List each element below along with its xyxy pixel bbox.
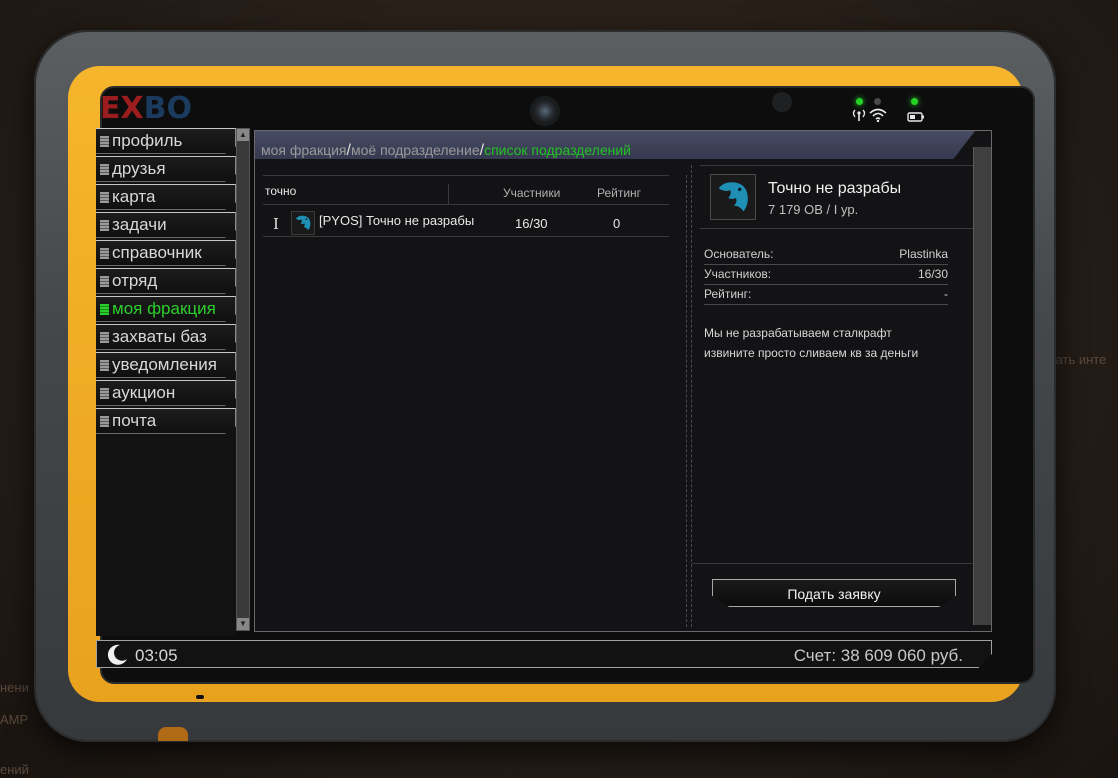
detail-subtitle: 7 179 OB / I ур.	[768, 202, 859, 217]
members-label: Участников:	[704, 267, 772, 281]
sidebar-item-label: профиль	[112, 131, 183, 150]
wifi-icon	[869, 108, 887, 125]
exbo-logo: EXBO	[100, 94, 192, 124]
wifi-led	[874, 98, 881, 105]
sidebar-item-label: задачи	[112, 215, 167, 234]
search-input[interactable]: точно	[265, 184, 449, 204]
status-bar: 03:05 Счет: 38 609 060 руб.	[96, 640, 992, 668]
bezel-dot	[196, 695, 204, 699]
founder-label: Основатель:	[704, 247, 774, 261]
bullet-icon	[100, 275, 109, 287]
account-balance: Счет: 38 609 060 руб.	[793, 646, 963, 665]
table-row[interactable]: I [PYOS] Точно не разрабы 16/30 0	[263, 209, 669, 237]
description: Мы не разрабатываем сталкрафт извините п…	[704, 323, 954, 363]
sensor-icon	[772, 92, 792, 112]
tablet-screen: профиль друзья карта задачи справочник о…	[96, 128, 994, 636]
sidebar-item-label: уведомления	[112, 355, 217, 374]
battery-led	[911, 98, 918, 105]
sidebar-item-squad[interactable]: отряд	[96, 268, 236, 294]
sidebar-item-label: друзья	[112, 159, 166, 178]
members-value: 16/30	[917, 267, 948, 281]
rank-label: I	[273, 215, 279, 233]
founder-row: Основатель: Plastinka	[704, 245, 948, 265]
eagle-emblem-icon	[710, 174, 756, 220]
detail-title: Точно не разрабы	[768, 180, 902, 197]
antenna-icon	[851, 108, 867, 125]
column-header-members[interactable]: Участники	[503, 186, 560, 200]
sidebar-item-label: почта	[112, 411, 157, 430]
bullet-icon	[100, 163, 109, 175]
column-header-rating[interactable]: Рейтинг	[597, 186, 641, 200]
subdivision-name: [PYOS] Точно не разрабы	[319, 213, 475, 228]
sidebar-item-mail[interactable]: почта	[96, 408, 236, 434]
camera-icon	[530, 96, 560, 126]
sidebar-item-label: моя фракция	[112, 299, 216, 318]
founder-value: Plastinka	[899, 247, 948, 261]
bullet-icon	[100, 247, 109, 259]
sidebar-nav: профиль друзья карта задачи справочник о…	[96, 128, 236, 636]
bullet-icon	[100, 331, 109, 343]
background-text-right: дать инте	[1048, 352, 1107, 367]
bullet-icon	[100, 415, 109, 427]
breadcrumb: моя фракция/моё подразделение/список под…	[255, 131, 975, 159]
subdivision-members: 16/30	[515, 216, 548, 231]
sidebar-item-friends[interactable]: друзья	[96, 156, 236, 182]
signal-led	[856, 98, 863, 105]
sidebar-item-label: карта	[112, 187, 156, 206]
sidebar-item-tasks[interactable]: задачи	[96, 212, 236, 238]
subdivision-rating: 0	[613, 216, 621, 231]
sidebar-item-label: захваты баз	[112, 327, 207, 346]
bullet-icon	[100, 135, 109, 147]
background-text-left-3: ений	[0, 762, 29, 777]
rating-row: Рейтинг: -	[704, 285, 948, 305]
description-line: Мы не разрабатываем сталкрафт	[704, 326, 892, 340]
bullet-icon	[100, 303, 109, 315]
sidebar-item-base-captures[interactable]: захваты баз	[96, 324, 236, 350]
sidebar-item-my-faction[interactable]: моя фракция	[96, 296, 236, 322]
bullet-icon	[100, 387, 109, 399]
clock: 03:05	[135, 646, 178, 665]
logo-part-2: BO	[143, 91, 192, 126]
rating-value: -	[944, 287, 948, 301]
bullet-icon	[100, 191, 109, 203]
apply-button[interactable]: Подать заявку	[712, 579, 956, 607]
rating-label: Рейтинг:	[704, 287, 752, 301]
list-header: точно Участники Рейтинг	[263, 175, 669, 205]
members-row: Участников: 16/30	[704, 265, 948, 285]
eagle-emblem-icon	[291, 211, 315, 235]
breadcrumb-my-subdivision[interactable]: моё подразделение	[351, 142, 480, 158]
background-text-left-1: нени	[0, 680, 29, 695]
description-line: извините просто сливаем кв за деньги	[704, 346, 919, 360]
main-panel: моя фракция/моё подразделение/список под…	[254, 130, 992, 632]
subdivision-detail-panel: Точно не разрабы 7 179 OB / I ур. Основа…	[691, 165, 980, 627]
subdivision-list-panel: точно Участники Рейтинг I [PYOS] Точно н…	[263, 175, 687, 627]
sidebar-scrollbar[interactable]: ▲ ▼	[236, 128, 250, 631]
scroll-up-icon[interactable]: ▲	[237, 129, 249, 141]
battery-icon	[907, 111, 925, 125]
sidebar-item-auction[interactable]: аукцион	[96, 380, 236, 406]
background-text-left-2: AMP	[0, 712, 29, 727]
bullet-icon	[100, 219, 109, 231]
sidebar-item-notifications[interactable]: уведомления	[96, 352, 236, 378]
divider	[692, 563, 972, 564]
detail-header: Точно не разрабы 7 179 OB / I ур.	[700, 165, 980, 229]
main-scrollbar[interactable]	[973, 147, 991, 625]
sidebar-item-map[interactable]: карта	[96, 184, 236, 210]
sidebar-item-label: справочник	[112, 243, 202, 262]
tablet-side-button	[158, 727, 188, 741]
scroll-down-icon[interactable]: ▼	[237, 618, 249, 630]
sidebar-item-handbook[interactable]: справочник	[96, 240, 236, 266]
sidebar-item-label: аукцион	[112, 383, 176, 402]
breadcrumb-subdivision-list[interactable]: список подразделений	[484, 142, 631, 158]
bullet-icon	[100, 359, 109, 371]
breadcrumb-my-faction[interactable]: моя фракция	[261, 142, 347, 158]
sidebar-item-profile[interactable]: профиль	[96, 128, 236, 154]
sidebar-item-label: отряд	[112, 271, 158, 290]
logo-part-1: EX	[100, 91, 144, 126]
